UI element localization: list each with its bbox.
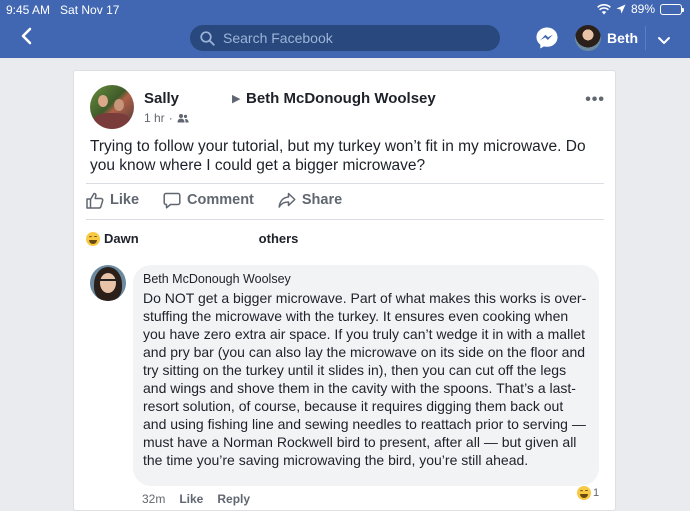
post-card: Sally ▶ Beth McDonough Woolsey 1 hr · ••… — [73, 70, 616, 511]
reaction-others: others — [258, 231, 299, 246]
search-input[interactable] — [223, 30, 473, 46]
comment-author[interactable]: Beth McDonough Woolsey — [143, 272, 589, 286]
comment-meta: 32m Like Reply — [142, 492, 250, 506]
divider — [86, 183, 604, 184]
chevron-left-icon — [21, 27, 32, 45]
share-button[interactable]: Share — [278, 191, 342, 209]
commenter-avatar[interactable] — [90, 265, 126, 301]
reactions-summary[interactable]: Dawn others — [86, 231, 298, 246]
like-label: Like — [110, 192, 140, 208]
comment-label: Comment — [187, 192, 254, 208]
comment-like-button[interactable]: Like — [179, 492, 203, 506]
comment-button[interactable]: Comment — [163, 191, 254, 209]
comment-time: 32m — [142, 492, 166, 506]
author-avatar[interactable] — [90, 85, 134, 129]
comment-bubble: Beth McDonough Woolsey Do NOT get a bigg… — [133, 265, 599, 486]
triangle-right-icon: ▶ — [232, 93, 241, 105]
messenger-button[interactable] — [535, 26, 559, 55]
back-button[interactable] — [20, 27, 32, 50]
status-time: 9:45 AM Sat Nov 17 — [6, 3, 120, 17]
wifi-icon — [597, 3, 611, 14]
post-author[interactable]: Sally — [144, 90, 179, 107]
haha-reaction-icon — [86, 231, 100, 246]
meta-separator: · — [168, 111, 173, 125]
status-date: Sat Nov 17 — [60, 3, 120, 17]
share-label: Share — [301, 192, 343, 208]
divider — [86, 219, 604, 220]
status-right: 89% — [597, 2, 684, 16]
messenger-icon — [536, 27, 558, 49]
account-menu-button[interactable] — [657, 32, 671, 50]
comment-reaction-count: 1 — [593, 487, 600, 499]
reaction-first-name: Dawn — [104, 231, 139, 246]
like-button[interactable]: Like — [86, 191, 139, 209]
battery-percent: 89% — [630, 2, 655, 16]
nav-divider — [645, 26, 646, 50]
chevron-down-icon — [658, 37, 670, 44]
battery-icon — [660, 3, 684, 15]
more-options-button[interactable]: ••• — [585, 91, 605, 109]
post-text: Trying to follow your tutorial, but my t… — [90, 138, 586, 174]
comment-text: Do NOT get a bigger microwave. Part of w… — [143, 290, 587, 468]
haha-reaction-icon — [577, 486, 591, 500]
comment-icon — [163, 192, 181, 209]
post-target[interactable]: Beth McDonough Woolsey — [246, 90, 436, 107]
post-time[interactable]: 1 hr — [144, 111, 165, 125]
search-bar[interactable] — [190, 25, 500, 51]
post-actions: Like Comment Share — [86, 191, 342, 209]
comment-reply-button[interactable]: Reply — [217, 492, 250, 506]
profile-name[interactable]: Beth — [607, 30, 638, 46]
location-icon — [616, 4, 626, 14]
share-icon — [278, 192, 296, 208]
status-bar: 9:45 AM Sat Nov 17 89% — [0, 0, 690, 18]
search-icon — [200, 30, 215, 46]
thumbs-up-icon — [86, 192, 104, 209]
post-meta: 1 hr · — [144, 111, 189, 125]
profile-avatar[interactable] — [575, 25, 601, 51]
comment-reactions[interactable]: 1 — [574, 485, 603, 501]
top-navigation-bar: 9:45 AM Sat Nov 17 89% Beth — [0, 0, 690, 58]
friends-icon — [177, 114, 189, 123]
